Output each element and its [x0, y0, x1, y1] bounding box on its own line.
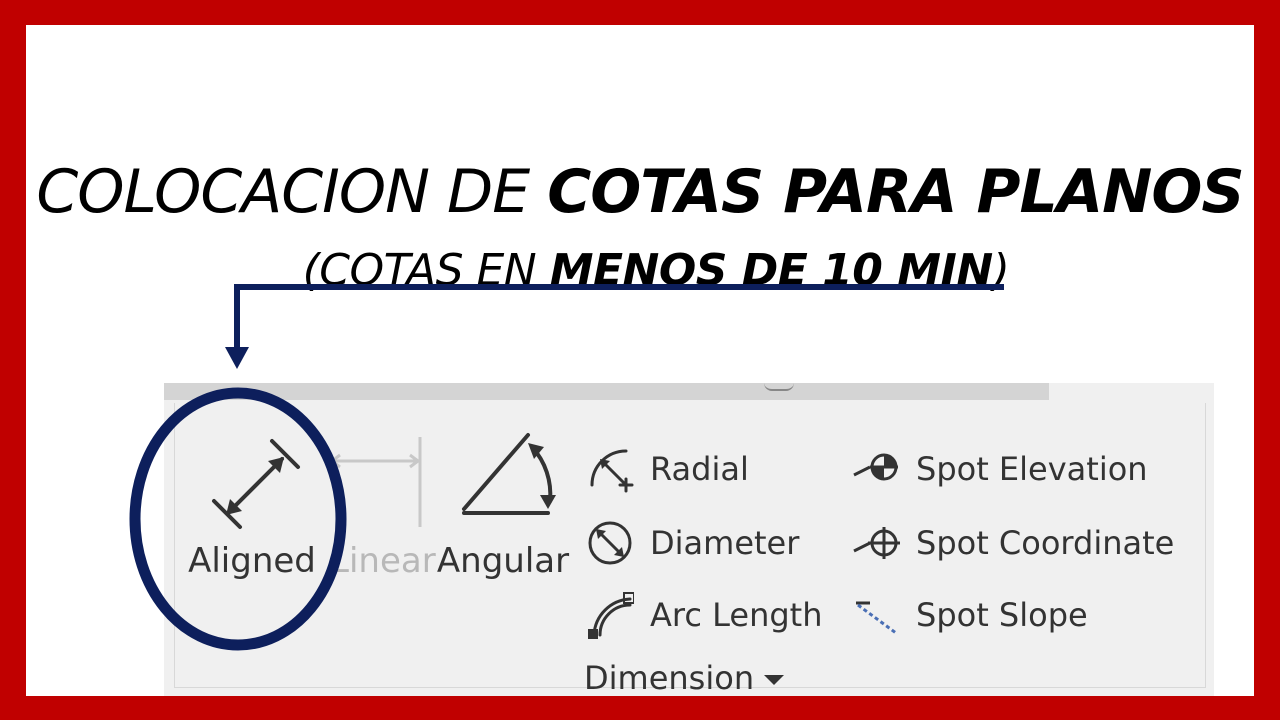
diameter-label: Diameter	[650, 524, 800, 562]
spot-coordinate-item[interactable]: Spot Coordinate	[852, 515, 1174, 571]
arc-length-dimension-item[interactable]: Arc Length	[586, 587, 822, 643]
arc-length-icon	[588, 592, 634, 639]
diameter-dimension-item[interactable]: Diameter	[586, 515, 799, 571]
spot-slope-label: Spot Slope	[916, 596, 1088, 634]
aligned-icon	[212, 439, 300, 529]
spot-slope-icon	[856, 601, 897, 635]
linear-label: Linear	[330, 541, 436, 581]
subtitle-close-text: )	[992, 245, 1010, 296]
page-title: COLOCACION DE COTAS PARA PLANOS	[26, 157, 1254, 227]
title-normal-text: COLOCACION DE	[36, 157, 548, 227]
diameter-icon	[588, 521, 632, 565]
ribbon-tab-strip	[164, 383, 1049, 400]
spot-elevation-label: Spot Elevation	[916, 450, 1148, 488]
radial-label: Radial	[650, 450, 749, 488]
spot-elevation-item[interactable]: Spot Elevation	[852, 441, 1148, 497]
dimension-panel-label: Dimension	[584, 659, 755, 696]
angular-label: Angular	[436, 541, 570, 581]
radial-dimension-item[interactable]: Radial	[586, 441, 749, 497]
slide-frame: COLOCACION DE COTAS PARA PLANOS (COTAS E…	[26, 25, 1254, 696]
pointer-arrow	[225, 284, 1004, 369]
chevron-down-icon	[764, 675, 785, 685]
spot-slope-item[interactable]: Spot Slope	[852, 587, 1088, 643]
dimension-panel-dropdown[interactable]: Dimension	[584, 659, 785, 696]
linear-icon	[330, 437, 422, 527]
aligned-dimension-button[interactable]: Aligned	[178, 403, 326, 603]
arc-length-label: Arc Length	[650, 596, 823, 634]
subtitle-open-text: (COTAS EN	[302, 245, 550, 296]
angular-icon	[462, 433, 556, 515]
spot-coordinate-icon	[853, 527, 900, 559]
linear-dimension-button[interactable]: Linear	[330, 403, 436, 603]
angular-dimension-button[interactable]: Angular	[436, 403, 570, 603]
title-bold-text: COTAS PARA PLANOS	[547, 157, 1244, 227]
dimension-ribbon-panel: Aligned Linear Angular Radial Diameter A…	[164, 383, 1214, 696]
spot-coordinate-label: Spot Coordinate	[916, 524, 1175, 562]
spot-elevation-icon	[853, 453, 898, 481]
subtitle-bold-text: MENOS DE 10 MIN	[549, 245, 994, 296]
page-subtitle: (COTAS EN MENOS DE 10 MIN)	[276, 245, 1036, 296]
radial-icon	[590, 449, 634, 493]
aligned-label: Aligned	[188, 541, 316, 581]
